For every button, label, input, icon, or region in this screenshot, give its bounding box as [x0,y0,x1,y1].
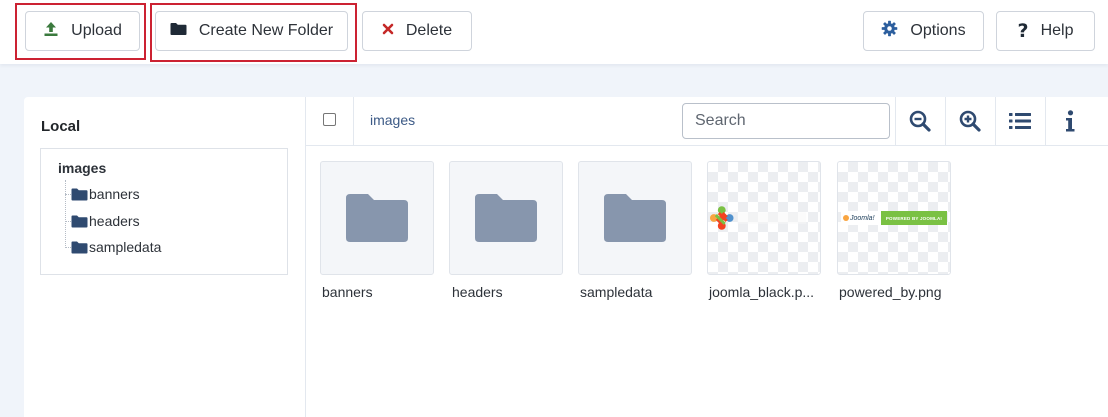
question-icon: ? [1017,20,1029,42]
help-label: Help [1040,22,1074,39]
tree-item-label: sampledata [89,239,162,255]
help-button[interactable]: ? Help [996,11,1095,51]
delete-label: Delete [405,22,453,39]
info-button[interactable] [1045,97,1095,145]
joomla-logo-thumbnail [709,206,807,230]
toolbar: Upload Create New Folder Delete Options … [0,0,1108,64]
search-input[interactable] [682,103,890,139]
media-manager-panel: Local images banners headers sampledata … [24,97,1108,417]
browser-main: images Search banners headers sampledata… [306,97,1108,417]
tile-label: sampledata [580,284,653,300]
sidebar-title: Local [41,118,81,135]
upload-button[interactable]: Upload [25,11,140,51]
close-icon [382,22,394,40]
tile-label: headers [452,284,503,300]
folder-icon [346,194,408,242]
options-button[interactable]: Options [863,11,984,51]
list-view-icon [1009,113,1031,129]
tree-item-label: banners [89,186,140,202]
folder-tile-headers[interactable] [449,161,563,275]
create-new-folder-label: Create New Folder [198,22,334,39]
tile-label: banners [322,284,373,300]
tree-root-images[interactable]: images [58,160,106,176]
powered-by-text: POWERED BY JOOMLA! [885,215,943,221]
upload-icon [43,21,59,42]
tree-item-sampledata[interactable]: sampledata [65,238,161,256]
zoom-in-icon [959,110,981,132]
folder-icon [71,215,88,227]
folder-icon [71,188,88,200]
folder-icon [475,194,537,242]
divider [353,97,354,145]
powered-by-thumbnail: Joomla! POWERED BY JOOMLA! [841,211,947,225]
tree-item-headers[interactable]: headers [65,212,140,230]
folder-icon [604,194,666,242]
zoom-out-button[interactable] [895,97,945,145]
gear-icon [881,20,898,42]
tile-label: powered_by.png [839,284,942,300]
list-view-button[interactable] [995,97,1045,145]
folder-tile-banners[interactable] [320,161,434,275]
zoom-out-icon [909,110,931,132]
delete-button[interactable]: Delete [362,11,472,51]
select-all-checkbox[interactable] [323,113,336,126]
folder-icon [71,241,88,253]
create-new-folder-button[interactable]: Create New Folder [155,11,348,51]
sidebar: Local images banners headers sampledata [24,97,306,417]
folder-tile-sampledata[interactable] [578,161,692,275]
folder-icon [170,22,187,41]
zoom-in-button[interactable] [945,97,995,145]
options-label: Options [910,22,966,39]
folder-tree: images banners headers sampledata [40,148,288,275]
browser-toolbar: images [306,97,1108,146]
tree-item-label: headers [89,213,140,229]
info-icon [1066,110,1075,132]
upload-label: Upload [71,22,122,39]
image-tile-joomla-black[interactable] [707,161,821,275]
breadcrumb[interactable]: images [370,112,415,128]
image-tile-powered-by[interactable]: Joomla! POWERED BY JOOMLA! [837,161,951,275]
tile-label: joomla_black.p... [709,284,815,300]
tree-item-banners[interactable]: banners [65,185,140,203]
